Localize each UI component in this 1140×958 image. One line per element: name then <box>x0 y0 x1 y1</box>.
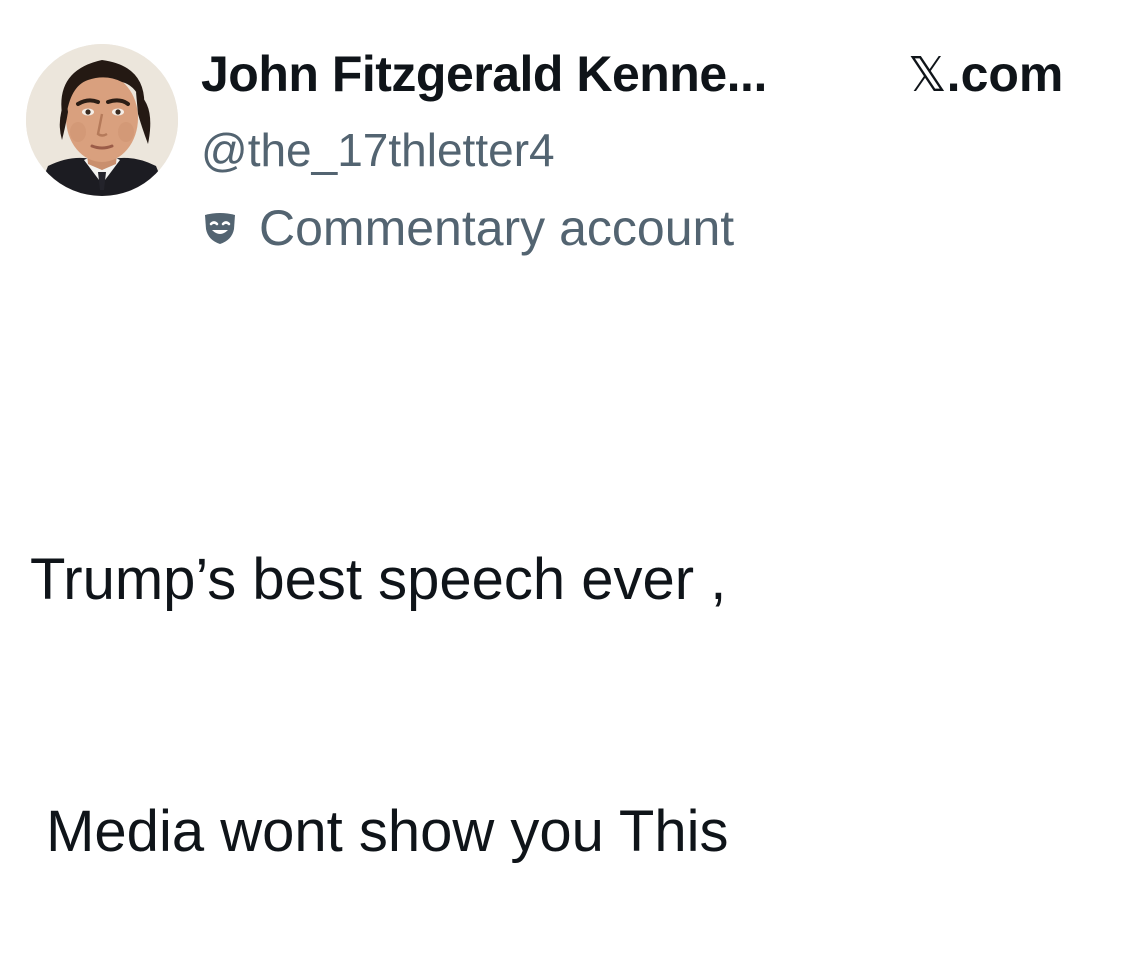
display-name[interactable]: John Fitzgerald Kenne... <box>201 44 767 104</box>
source-label: 𝕏.com <box>908 44 1063 105</box>
post-text-line: Media wont show you This <box>30 799 729 864</box>
handle[interactable]: @the_17thletter4 <box>201 122 555 178</box>
account-label: Commentary account <box>201 198 734 258</box>
source-domain: .com <box>946 46 1064 102</box>
commentary-mask-icon <box>201 209 239 247</box>
x-logo-icon: 𝕏 <box>908 47 947 103</box>
avatar[interactable] <box>26 44 178 196</box>
account-label-text: Commentary account <box>259 200 735 256</box>
post-text-line: Trump’s best speech ever , <box>30 547 727 612</box>
avatar-photo <box>26 44 178 196</box>
post-text: Trump’s best speech ever , Media wont sh… <box>30 370 729 958</box>
